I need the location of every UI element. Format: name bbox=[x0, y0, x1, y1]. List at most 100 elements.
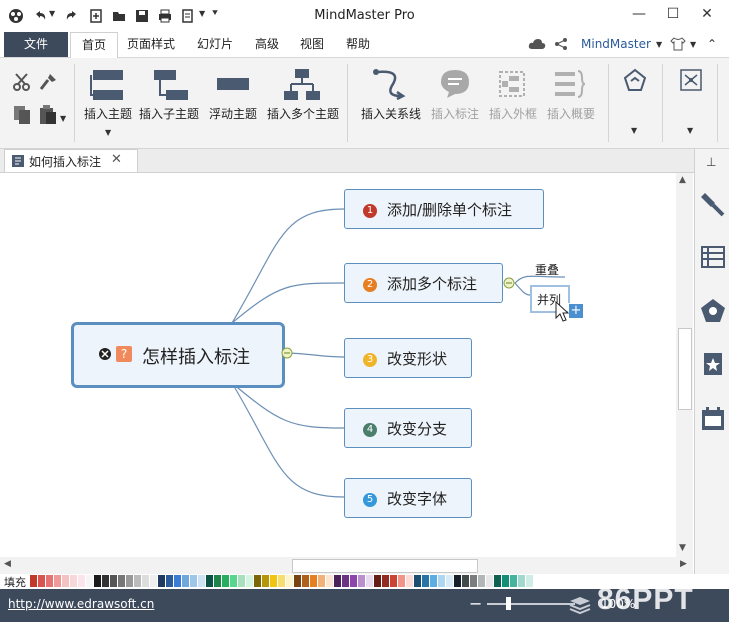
insert-callout-icon[interactable] bbox=[439, 68, 471, 100]
color-swatch[interactable] bbox=[190, 575, 197, 587]
color-swatch[interactable] bbox=[46, 575, 53, 587]
file-menu[interactable]: 文件 bbox=[4, 32, 68, 57]
color-swatch[interactable] bbox=[174, 575, 181, 587]
collapse-ribbon-icon[interactable]: ⌃ bbox=[707, 37, 717, 51]
insert-subtopic-icon[interactable] bbox=[152, 68, 190, 102]
scroll-right-icon[interactable]: ▶ bbox=[680, 559, 687, 569]
color-swatch[interactable] bbox=[78, 575, 85, 587]
color-swatch[interactable] bbox=[518, 575, 525, 587]
color-swatch[interactable] bbox=[94, 575, 101, 587]
insert-callout-label[interactable]: 插入标注 bbox=[431, 105, 479, 122]
insert-relationship-label[interactable]: 插入关系线 bbox=[361, 105, 421, 122]
question-mark-icon[interactable]: ? bbox=[116, 346, 132, 362]
tab-help[interactable]: 帮助 bbox=[346, 32, 370, 57]
format-brush-icon[interactable] bbox=[699, 189, 727, 217]
color-swatch[interactable] bbox=[486, 575, 493, 587]
collapse-branch-icon[interactable] bbox=[503, 277, 515, 289]
color-swatch[interactable] bbox=[86, 575, 93, 587]
color-swatch[interactable] bbox=[494, 575, 501, 587]
mindmap-canvas[interactable]: ? 怎样插入标注 1 添加/删除单个标注 2 添加多个标注 重叠 并列 + 3 … bbox=[0, 173, 676, 557]
layout-dropdown-icon[interactable]: ▼ bbox=[687, 126, 693, 135]
insert-icon-gallery-icon[interactable] bbox=[623, 68, 647, 92]
color-swatch[interactable] bbox=[54, 575, 61, 587]
scroll-down-icon[interactable]: ▼ bbox=[679, 543, 686, 553]
color-swatch[interactable] bbox=[158, 575, 165, 587]
vertical-scrollbar[interactable]: ▲ ▼ bbox=[676, 173, 693, 557]
color-swatch[interactable] bbox=[478, 575, 485, 587]
color-swatch[interactable] bbox=[526, 575, 533, 587]
collapse-toggle-icon[interactable] bbox=[98, 347, 112, 361]
paste-dropdown-icon[interactable]: ▼ bbox=[60, 114, 66, 123]
color-swatch[interactable] bbox=[254, 575, 261, 587]
color-swatch[interactable] bbox=[62, 575, 69, 587]
color-swatch[interactable] bbox=[326, 575, 333, 587]
paste-icon[interactable] bbox=[38, 104, 58, 126]
theme-dropdown-icon[interactable]: ▼ bbox=[690, 40, 696, 49]
color-swatch[interactable] bbox=[334, 575, 341, 587]
topic-1[interactable]: 1 添加/删除单个标注 bbox=[344, 189, 544, 229]
color-swatches[interactable] bbox=[30, 575, 590, 587]
color-swatch[interactable] bbox=[150, 575, 157, 587]
color-swatch[interactable] bbox=[358, 575, 365, 587]
color-swatch[interactable] bbox=[454, 575, 461, 587]
color-swatch[interactable] bbox=[206, 575, 213, 587]
color-swatch[interactable] bbox=[270, 575, 277, 587]
color-swatch[interactable] bbox=[286, 575, 293, 587]
collapse-branch-icon[interactable] bbox=[281, 347, 293, 359]
color-swatch[interactable] bbox=[350, 575, 357, 587]
color-swatch[interactable] bbox=[502, 575, 509, 587]
color-swatch[interactable] bbox=[166, 575, 173, 587]
topic-2[interactable]: 2 添加多个标注 bbox=[344, 263, 503, 303]
insert-topic-icon[interactable] bbox=[89, 68, 127, 102]
color-swatch[interactable] bbox=[134, 575, 141, 587]
account-dropdown-icon[interactable]: ▼ bbox=[656, 40, 662, 49]
color-swatch[interactable] bbox=[366, 575, 373, 587]
color-swatch[interactable] bbox=[342, 575, 349, 587]
floating-topic-icon[interactable] bbox=[215, 76, 251, 92]
floating-topic-label[interactable]: 浮动主题 bbox=[209, 105, 257, 122]
scroll-left-icon[interactable]: ◀ bbox=[4, 559, 11, 569]
minimize-button[interactable]: — bbox=[630, 6, 648, 24]
tab-home[interactable]: 首页 bbox=[70, 32, 118, 58]
tab-slides[interactable]: 幻灯片 bbox=[197, 32, 233, 57]
color-swatch[interactable] bbox=[118, 575, 125, 587]
color-swatch[interactable] bbox=[182, 575, 189, 587]
color-swatch[interactable] bbox=[230, 575, 237, 587]
color-swatch[interactable] bbox=[294, 575, 301, 587]
color-swatch[interactable] bbox=[438, 575, 445, 587]
tab-page-style[interactable]: 页面样式 bbox=[127, 32, 175, 57]
close-tab-icon[interactable]: ✕ bbox=[111, 152, 122, 167]
zoom-slider-thumb[interactable] bbox=[506, 597, 511, 610]
layout-structure-icon[interactable] bbox=[679, 68, 703, 92]
account-name[interactable]: MindMaster bbox=[581, 32, 651, 57]
cut-icon[interactable] bbox=[12, 72, 32, 92]
clipart-badge-icon[interactable] bbox=[699, 351, 727, 379]
color-swatch[interactable] bbox=[278, 575, 285, 587]
topic-5[interactable]: 5 改变字体 bbox=[344, 478, 472, 518]
topic-4[interactable]: 4 改变分支 bbox=[344, 408, 472, 448]
color-swatch[interactable] bbox=[126, 575, 133, 587]
cloud-icon[interactable] bbox=[528, 37, 546, 51]
color-swatch[interactable] bbox=[38, 575, 45, 587]
theme-shirt-icon[interactable] bbox=[670, 37, 686, 51]
central-topic[interactable]: ? 怎样插入标注 bbox=[71, 322, 285, 388]
icon-gallery-dropdown-icon[interactable]: ▼ bbox=[631, 126, 637, 135]
color-swatch[interactable] bbox=[238, 575, 245, 587]
color-swatch[interactable] bbox=[510, 575, 517, 587]
color-swatch[interactable] bbox=[30, 575, 37, 587]
insert-subtopic-label[interactable]: 插入子主题 bbox=[139, 105, 199, 122]
color-swatch[interactable] bbox=[446, 575, 453, 587]
color-swatch[interactable] bbox=[214, 575, 221, 587]
zoom-slider-track[interactable] bbox=[487, 603, 575, 605]
color-swatch[interactable] bbox=[422, 575, 429, 587]
color-swatch[interactable] bbox=[310, 575, 317, 587]
insert-boundary-icon[interactable] bbox=[496, 68, 528, 100]
insert-summary-icon[interactable] bbox=[553, 68, 587, 100]
insert-topic-label[interactable]: 插入主题 bbox=[84, 105, 132, 122]
color-swatch[interactable] bbox=[414, 575, 421, 587]
color-swatch[interactable] bbox=[262, 575, 269, 587]
color-swatch[interactable] bbox=[430, 575, 437, 587]
color-swatch[interactable] bbox=[462, 575, 469, 587]
maximize-button[interactable]: ☐ bbox=[664, 6, 682, 24]
insert-topic-dropdown-icon[interactable]: ▼ bbox=[105, 128, 111, 137]
